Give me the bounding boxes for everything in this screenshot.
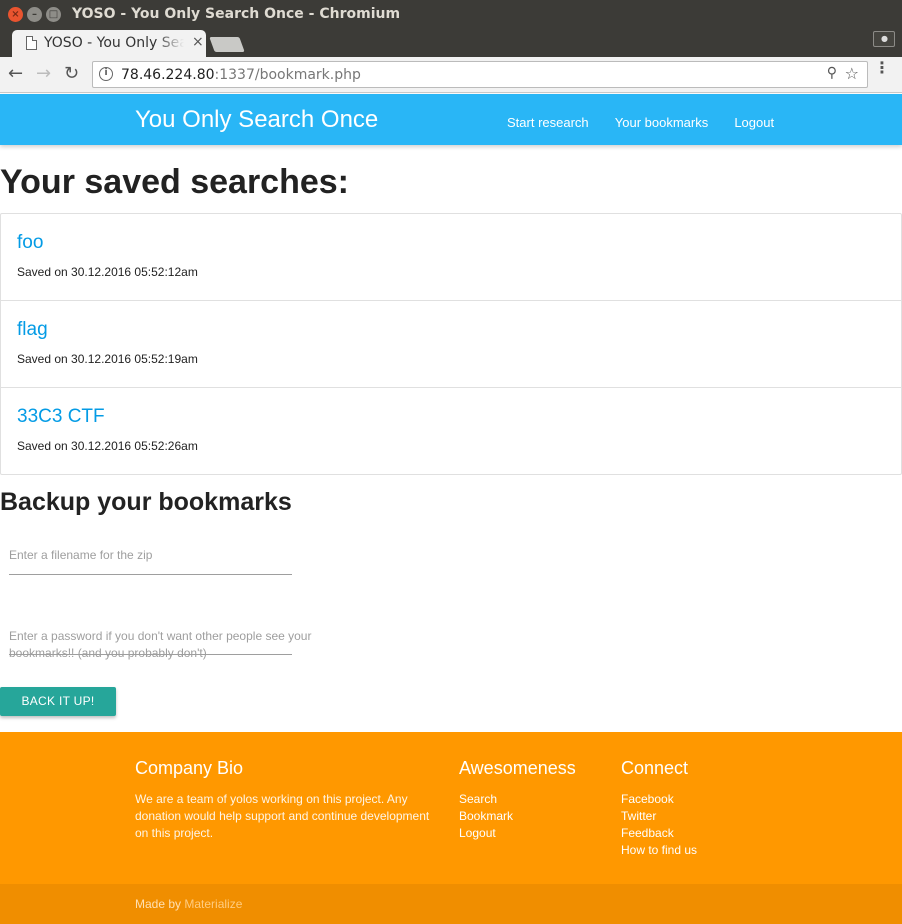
address-bar[interactable]: i 78.46.224.80:1337/bookmark.php ⚲ ☆ [92, 61, 868, 88]
filename-input[interactable]: Enter a filename for the zip [9, 547, 292, 575]
page-title: Your saved searches: [0, 163, 349, 201]
nav-link-logout[interactable]: Logout [734, 115, 774, 130]
saved-timestamp: Saved on 30.12.2016 05:52:26am [17, 439, 198, 453]
window-minimize-icon[interactable]: – [27, 7, 42, 22]
bookmark-star-icon[interactable]: ☆ [845, 64, 859, 83]
footer-connect: Connect Facebook Twitter Feedback How to… [621, 758, 697, 859]
saved-searches-list: foo Saved on 30.12.2016 05:52:12am flag … [0, 213, 902, 475]
browser-toolbar: ← → ↻ i 78.46.224.80:1337/bookmark.php ⚲… [0, 57, 902, 93]
footer-awesomeness-title: Awesomeness [459, 758, 576, 778]
address-url[interactable]: 78.46.224.80:1337/bookmark.php [121, 67, 361, 83]
brand-logo[interactable]: You Only Search Once [135, 106, 378, 134]
filename-placeholder: Enter a filename for the zip [9, 548, 153, 562]
window-close-icon[interactable]: × [8, 7, 23, 22]
saved-search-link[interactable]: flag [17, 319, 48, 341]
tab-close-icon[interactable]: × [192, 34, 204, 50]
footer-link-twitter[interactable]: Twitter [621, 808, 697, 825]
window-maximize-icon[interactable]: □ [46, 7, 61, 22]
backup-section-title: Backup your bookmarks [0, 488, 292, 516]
nav-link-start-research[interactable]: Start research [507, 115, 589, 130]
password-placeholder: Enter a password if you don't want other… [9, 629, 312, 660]
tab-title: YOSO - You Only Search Once [44, 35, 184, 51]
footer-link-logout[interactable]: Logout [459, 825, 576, 842]
footer-connect-title: Connect [621, 758, 689, 778]
password-input[interactable]: Enter a password if you don't want other… [9, 628, 329, 660]
saved-timestamp: Saved on 30.12.2016 05:52:12am [17, 265, 198, 279]
password-input-underline [9, 654, 292, 655]
forward-arrow-icon[interactable]: → [36, 63, 51, 84]
back-arrow-icon[interactable]: ← [8, 63, 23, 84]
footer-bio-text: We are a team of yolos working on this p… [135, 792, 430, 840]
footer-copyright: Made by Materialize [0, 884, 902, 924]
back-it-up-button[interactable]: BACK IT UP! [0, 687, 116, 716]
footer-link-how-to-find-us[interactable]: How to find us [621, 842, 697, 859]
footer-link-search[interactable]: Search [459, 791, 576, 808]
footer-company-bio: Company Bio We are a team of yolos worki… [135, 758, 440, 842]
page-footer: Company Bio We are a team of yolos worki… [0, 732, 902, 884]
window-title: YOSO - You Only Search Once - Chromium [72, 6, 401, 22]
zoom-icon[interactable]: ⚲ [827, 65, 837, 81]
window-titlebar: × – □ YOSO - You Only Search Once - Chro… [0, 0, 902, 30]
footer-link-feedback[interactable]: Feedback [621, 825, 697, 842]
document-icon [26, 36, 37, 50]
browser-tab[interactable]: YOSO - You Only Search Once × [12, 30, 206, 57]
list-item: foo Saved on 30.12.2016 05:52:12am [1, 214, 901, 301]
new-tab-button[interactable] [209, 37, 245, 52]
nav-link-your-bookmarks[interactable]: Your bookmarks [615, 115, 708, 130]
list-item: 33C3 CTF Saved on 30.12.2016 05:52:26am [1, 388, 901, 474]
saved-search-link[interactable]: foo [17, 232, 43, 254]
footer-awesomeness: Awesomeness Search Bookmark Logout [459, 758, 576, 842]
user-icon[interactable]: ● [873, 31, 895, 47]
footer-bio-title: Company Bio [135, 758, 244, 778]
saved-search-link[interactable]: 33C3 CTF [17, 406, 105, 428]
reload-icon[interactable]: ↻ [64, 63, 79, 84]
list-item: flag Saved on 30.12.2016 05:52:19am [1, 301, 901, 388]
made-by-prefix: Made by [135, 897, 185, 911]
url-host: 78.46.224.80 [121, 67, 215, 83]
info-icon[interactable]: i [99, 67, 113, 81]
menu-kebab-icon[interactable]: ⋮ [874, 60, 890, 76]
tab-strip: YOSO - You Only Search Once × ● [0, 30, 902, 57]
made-by-text: Made by Materialize [135, 897, 242, 911]
footer-link-bookmark[interactable]: Bookmark [459, 808, 576, 825]
site-navbar: You Only Search Once Start research Your… [0, 94, 902, 145]
url-path: :1337/bookmark.php [214, 67, 361, 83]
nav-links: Start research Your bookmarks Logout [507, 112, 795, 131]
materialize-link[interactable]: Materialize [184, 897, 242, 911]
footer-link-facebook[interactable]: Facebook [621, 791, 697, 808]
saved-timestamp: Saved on 30.12.2016 05:52:19am [17, 352, 198, 366]
